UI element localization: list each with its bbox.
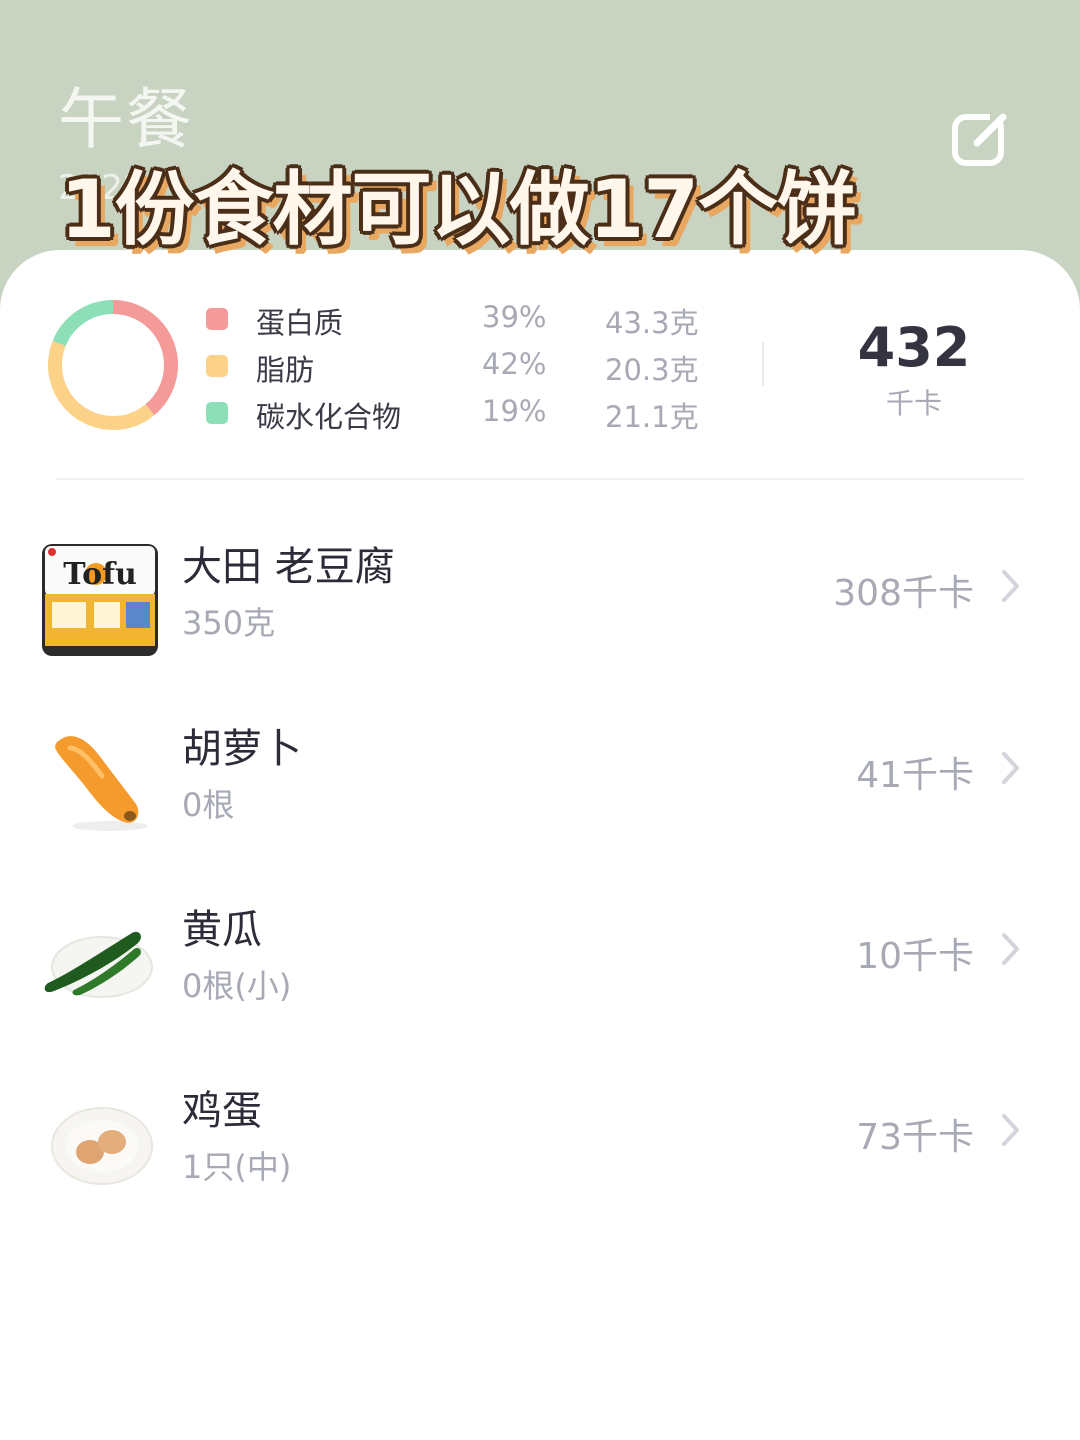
food-calories: 308千卡 (833, 573, 974, 614)
macro-row-fat: 脂肪 42% 20.3克 (0, 343, 760, 389)
macro-name: 脂肪 (256, 353, 315, 387)
macro-name: 碳水化合物 (256, 400, 402, 434)
cucumber-icon (44, 931, 153, 998)
macro-row-carbs: 碳水化合物 19% 21.1克 (0, 390, 760, 436)
food-name: 大田 老豆腐 (182, 544, 395, 590)
fat-color-swatch (206, 355, 228, 377)
food-amount: 0根 (182, 786, 235, 824)
chevron-right-icon (1002, 570, 1019, 602)
food-item-carrot[interactable]: 胡萝卜 0根 41千卡 (0, 708, 1080, 858)
carbs-color-swatch (206, 402, 228, 424)
total-calories-unit: 千卡 (885, 387, 942, 420)
food-item-tofu[interactable]: Tofu 大田 老豆腐 350克 308千卡 (0, 526, 1080, 676)
food-item-cucumber[interactable]: 黄瓜 0根(小) 10千卡 (0, 889, 1080, 1039)
tofu-logo-text: Tofu (63, 557, 137, 592)
egg-icon (51, 1107, 153, 1185)
food-amount: 0根(小) (182, 967, 292, 1005)
tofu-package-icon: Tofu (42, 544, 158, 656)
food-name: 胡萝卜 (182, 726, 302, 772)
macro-percent: 42% (482, 347, 547, 381)
carrot-icon (55, 736, 148, 831)
food-calories: 73千卡 (856, 1117, 974, 1158)
page-title: 午餐 (58, 81, 194, 158)
food-amount: 1只(中) (182, 1148, 292, 1186)
chevron-right-icon (1002, 933, 1019, 965)
overlay-caption: 1份食材可以做17个饼 (60, 163, 857, 256)
food-name: 鸡蛋 (182, 1088, 262, 1134)
food-name: 黄瓜 (182, 907, 262, 953)
macro-grams: 20.3克 (605, 353, 699, 387)
macro-percent: 19% (482, 394, 547, 428)
chevron-right-icon (1002, 752, 1019, 784)
chevron-right-icon (1002, 1114, 1019, 1146)
macro-grams: 21.1克 (605, 400, 699, 434)
summary-divider (762, 342, 764, 386)
total-calories: 432 (857, 316, 971, 379)
food-calories: 41千卡 (856, 755, 974, 796)
food-calories: 10千卡 (856, 936, 974, 977)
section-divider (56, 478, 1024, 480)
macro-percent: 39% (482, 300, 547, 334)
food-amount: 350克 (182, 604, 276, 642)
food-item-egg[interactable]: 鸡蛋 1只(中) 73千卡 (0, 1070, 1080, 1220)
macro-grams: 43.3克 (605, 306, 699, 340)
protein-color-swatch (206, 308, 228, 330)
macro-name: 蛋白质 (256, 306, 344, 340)
macro-row-protein: 蛋白质 39% 43.3克 (0, 296, 760, 342)
